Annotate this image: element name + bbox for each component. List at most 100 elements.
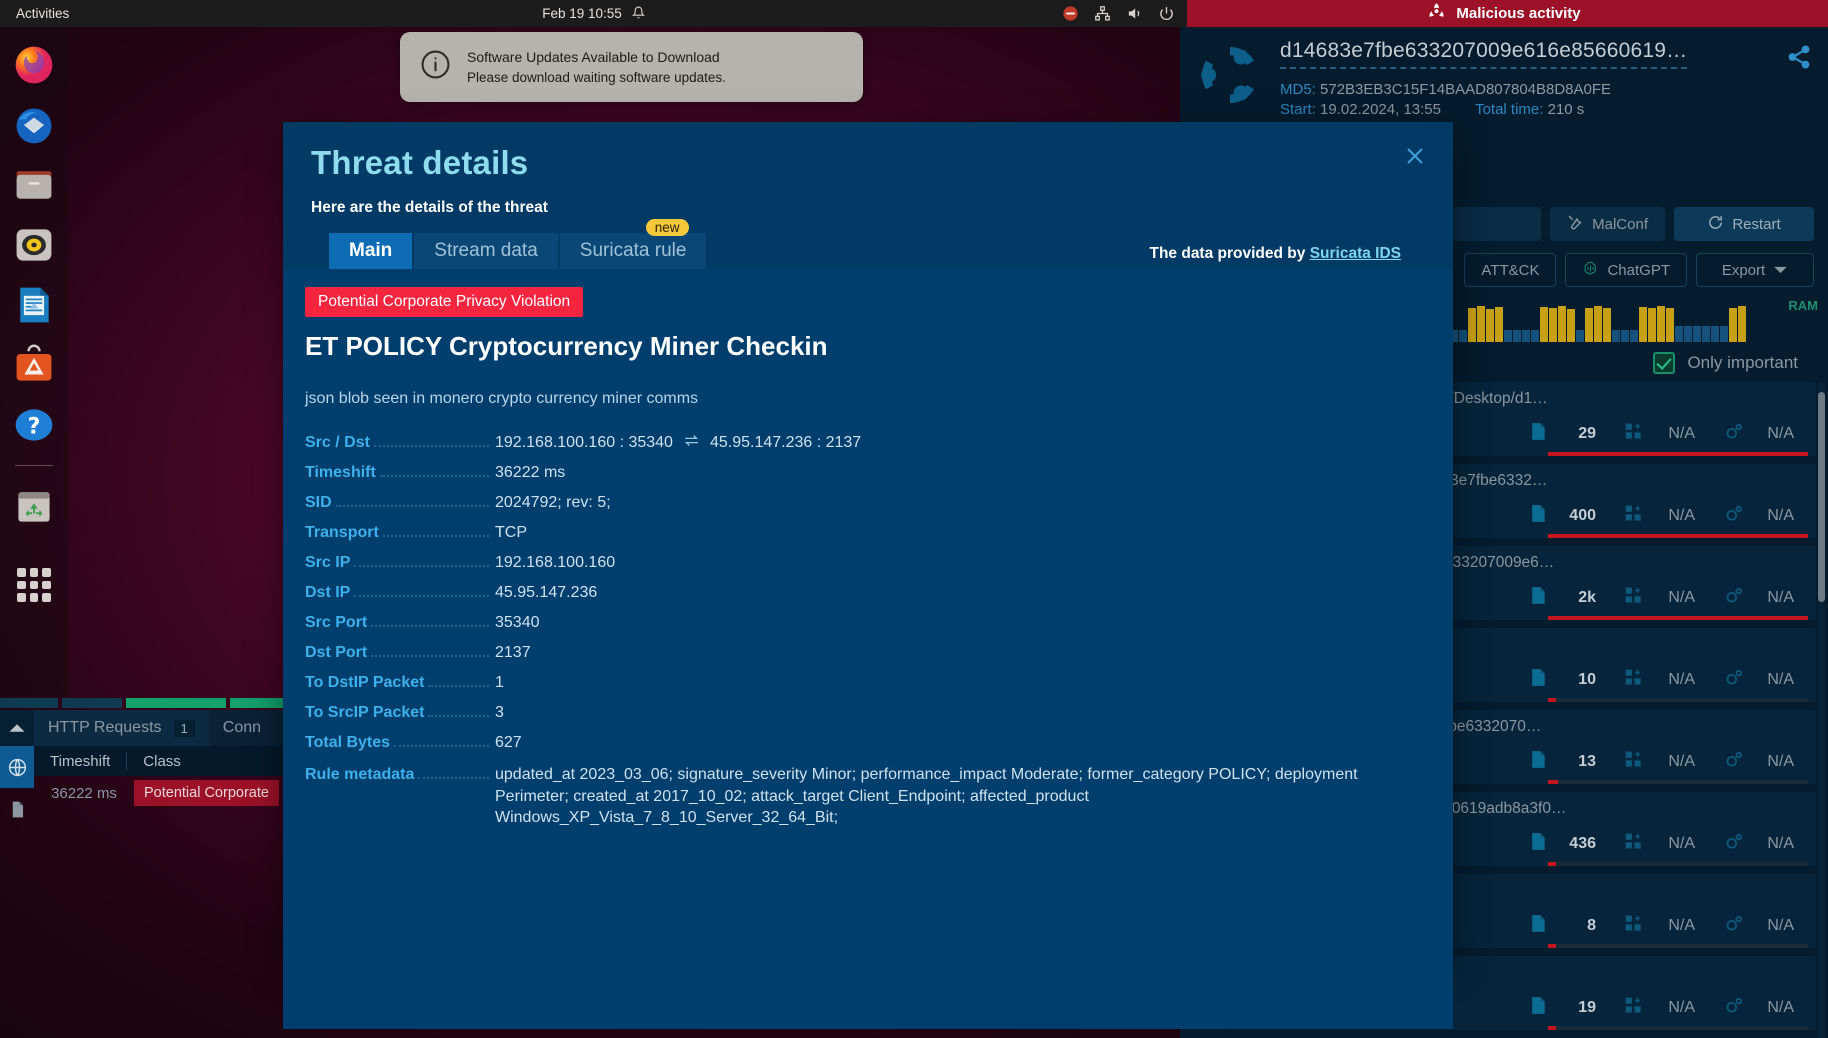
danger-bar xyxy=(1548,452,1808,456)
malconf-button[interactable]: MalConf xyxy=(1550,207,1665,241)
notification-popup[interactable]: Software Updates Available to Download P… xyxy=(400,32,863,102)
dock-item-libreoffice-writer[interactable] xyxy=(12,283,56,327)
stat-files[interactable]: 10 xyxy=(1514,664,1610,696)
collapse-panel-button[interactable] xyxy=(0,710,34,746)
dock-item-ubuntu-software[interactable] xyxy=(12,343,56,387)
dock-item-thunderbird[interactable] xyxy=(12,103,56,147)
detail-row: To SrcIP Packet 3 xyxy=(305,704,1433,722)
chatgpt-button[interactable]: ChatGPT xyxy=(1565,253,1687,287)
sample-hash[interactable]: d14683e7fbe633207009e616e85660619… xyxy=(1280,39,1688,69)
detail-key: Src / Dst xyxy=(305,434,370,451)
danger-bar xyxy=(1548,780,1808,784)
detail-key: Transport xyxy=(305,524,379,541)
dock-item-files[interactable] xyxy=(12,163,56,207)
stat-modules[interactable]: N/A xyxy=(1709,746,1808,778)
do-not-disturb-icon[interactable] xyxy=(1062,5,1079,22)
bell-icon[interactable] xyxy=(631,5,645,23)
stat-files[interactable]: 13 xyxy=(1514,746,1610,778)
start-row: Start: 19.02.2024, 13:55 Total time: 210… xyxy=(1280,101,1810,118)
tab-stream-data[interactable]: Stream data xyxy=(414,233,558,269)
md5-value: 572B3EB3C15F14BAAD807804B8D8A0FE xyxy=(1320,81,1612,98)
graph-bar xyxy=(1468,308,1476,342)
stat-files[interactable]: 29 xyxy=(1514,418,1610,450)
modal-tabs[interactable]: Main Stream data Suricata rule new The d… xyxy=(329,219,1425,269)
restart-button[interactable]: Restart xyxy=(1674,207,1814,241)
stat-registry[interactable]: N/A xyxy=(1610,910,1709,942)
stat-modules[interactable]: N/A xyxy=(1709,992,1808,1024)
dock-item-trash[interactable] xyxy=(12,484,56,528)
stat-modules[interactable]: N/A xyxy=(1709,500,1808,532)
stat-registry[interactable]: N/A xyxy=(1610,582,1709,614)
stat-files[interactable]: 400 xyxy=(1514,500,1610,532)
stat-files[interactable]: 436 xyxy=(1514,828,1610,860)
tab-connections[interactable]: Conn xyxy=(208,710,276,746)
graph-bar xyxy=(1594,306,1602,342)
attack-button[interactable]: ATT&CK xyxy=(1464,253,1557,287)
export-button[interactable]: Export xyxy=(1696,253,1814,287)
dot-leader xyxy=(371,618,489,627)
graph-bar xyxy=(1504,330,1512,342)
globe-icon[interactable] xyxy=(0,746,34,788)
stat-files[interactable]: 19 xyxy=(1514,992,1610,1024)
detail-value: 2024792; rev: 5; xyxy=(495,494,611,511)
process-stats: 19 N/A N/A xyxy=(1514,992,1808,1024)
stat-registry[interactable]: N/A xyxy=(1610,828,1709,860)
show-applications-icon[interactable] xyxy=(17,568,51,602)
dot-leader xyxy=(354,588,489,597)
stat-registry[interactable]: N/A xyxy=(1610,418,1709,450)
detail-key: Src IP xyxy=(305,554,351,571)
notification-body: Please download waiting software updates… xyxy=(467,70,726,85)
detail-row: Timeshift 36222 ms xyxy=(305,464,1433,482)
danger-bar xyxy=(1548,1026,1808,1030)
suricata-ids-link[interactable]: Suricata IDS xyxy=(1310,245,1401,262)
file-icon xyxy=(1528,830,1548,858)
graph-bar xyxy=(1558,306,1566,342)
malconf-label: MalConf xyxy=(1592,215,1648,233)
stat-registry[interactable]: N/A xyxy=(1610,664,1709,696)
file-icon xyxy=(1528,994,1548,1022)
threat-details-list: Src / Dst 192.168.100.160 : 35340 45.95.14… xyxy=(305,434,1433,829)
only-important-checkbox[interactable] xyxy=(1653,352,1676,374)
tab-suricata-rule[interactable]: Suricata rule new xyxy=(559,219,707,269)
wrench-icon xyxy=(1567,214,1584,235)
dock-item-firefox[interactable] xyxy=(12,43,56,87)
tab-main[interactable]: Main xyxy=(329,233,413,269)
stat-files[interactable]: 2k xyxy=(1514,582,1610,614)
stat-modules[interactable]: N/A xyxy=(1709,582,1808,614)
close-icon[interactable] xyxy=(1401,144,1429,172)
detail-row: SID 2024792; rev: 5; xyxy=(305,494,1433,512)
registry-icon xyxy=(1624,421,1645,447)
detail-value: 35340 xyxy=(495,614,540,631)
danger-bar xyxy=(1548,616,1808,620)
graph-bar xyxy=(1657,306,1665,342)
activities-button[interactable]: Activities xyxy=(16,6,69,21)
threat-details-modal[interactable]: Threat details Here are the details of t… xyxy=(283,122,1453,1029)
ubuntu-dock[interactable]: ? xyxy=(0,27,68,697)
dock-item-rhythmbox[interactable] xyxy=(12,223,56,267)
system-tray[interactable] xyxy=(1062,5,1175,22)
stat-modules[interactable]: N/A xyxy=(1709,828,1808,860)
network-icon[interactable] xyxy=(1094,5,1111,22)
stat-modules[interactable]: N/A xyxy=(1709,418,1808,450)
power-icon[interactable] xyxy=(1158,5,1175,22)
tab-http-requests[interactable]: HTTP Requests 1 xyxy=(34,710,209,746)
malicious-activity-label: Malicious activity xyxy=(1456,5,1581,22)
clock-area[interactable]: Feb 19 10:55 xyxy=(504,5,684,23)
stat-registry[interactable]: N/A xyxy=(1610,746,1709,778)
share-icon[interactable] xyxy=(1786,44,1812,75)
registry-count: N/A xyxy=(1668,999,1695,1016)
notification-title: Software Updates Available to Download xyxy=(467,49,720,65)
detail-value: 192.168.100.160 : 35340 45.95.147.236 : 2… xyxy=(495,434,861,452)
stat-registry[interactable]: N/A xyxy=(1610,992,1709,1024)
panel-side-rail[interactable] xyxy=(0,746,34,836)
stat-modules[interactable]: N/A xyxy=(1709,910,1808,942)
stat-files[interactable]: 8 xyxy=(1514,910,1610,942)
restart-icon xyxy=(1707,214,1724,235)
dock-item-help[interactable]: ? xyxy=(12,403,56,447)
volume-icon[interactable] xyxy=(1126,5,1143,22)
graph-bar xyxy=(1612,330,1620,342)
malicious-activity-banner: Malicious activity xyxy=(1180,0,1828,27)
stat-modules[interactable]: N/A xyxy=(1709,664,1808,696)
document-icon[interactable] xyxy=(0,788,34,830)
stat-registry[interactable]: N/A xyxy=(1610,500,1709,532)
